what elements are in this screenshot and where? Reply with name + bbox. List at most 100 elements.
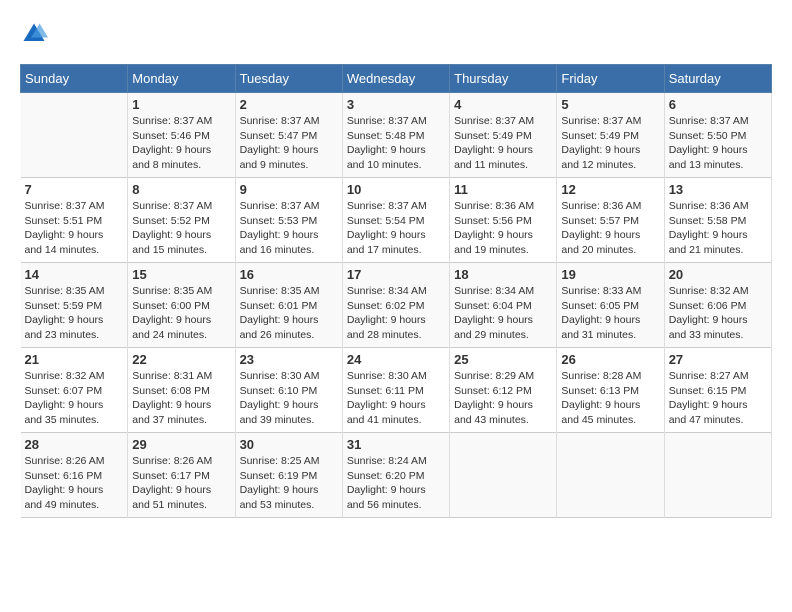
- weekday-header-wednesday: Wednesday: [342, 65, 449, 93]
- day-number: 16: [240, 267, 338, 282]
- day-info: Sunrise: 8:28 AMSunset: 6:13 PMDaylight:…: [561, 369, 659, 428]
- day-info: Sunrise: 8:30 AMSunset: 6:10 PMDaylight:…: [240, 369, 338, 428]
- day-info: Sunrise: 8:30 AMSunset: 6:11 PMDaylight:…: [347, 369, 445, 428]
- day-info: Sunrise: 8:37 AMSunset: 5:51 PMDaylight:…: [25, 199, 124, 258]
- calendar-cell: 17 Sunrise: 8:34 AMSunset: 6:02 PMDayligh…: [342, 263, 449, 348]
- day-info: Sunrise: 8:34 AMSunset: 6:02 PMDaylight:…: [347, 284, 445, 343]
- calendar-cell: 9Sunrise: 8:37 AMSunset: 5:53 PMDaylight…: [235, 178, 342, 263]
- day-number: 21: [25, 352, 124, 367]
- day-info: Sunrise: 8:37 AMSunset: 5:50 PMDaylight:…: [669, 114, 767, 173]
- week-row-2: 7 Sunrise: 8:37 AMSunset: 5:51 PMDaylight…: [21, 178, 772, 263]
- day-info: Sunrise: 8:24 AMSunset: 6:20 PMDaylight:…: [347, 454, 445, 513]
- day-info: Sunrise: 8:32 AMSunset: 6:06 PMDaylight:…: [669, 284, 767, 343]
- calendar-cell: 29 Sunrise: 8:26 AMSunset: 6:17 PMDayligh…: [128, 433, 235, 518]
- weekday-header-friday: Friday: [557, 65, 664, 93]
- day-number: 28: [25, 437, 124, 452]
- day-number: 27: [669, 352, 767, 367]
- day-number: 31: [347, 437, 445, 452]
- week-row-5: 28Sunrise: 8:26 AMSunset: 6:16 PMDayligh…: [21, 433, 772, 518]
- weekday-header-saturday: Saturday: [664, 65, 771, 93]
- day-number: 22: [132, 352, 230, 367]
- day-number: 5: [561, 97, 659, 112]
- calendar-cell: 6 Sunrise: 8:37 AMSunset: 5:50 PMDaylight…: [664, 93, 771, 178]
- day-number: 6: [669, 97, 767, 112]
- day-number: 3: [347, 97, 445, 112]
- day-info: Sunrise: 8:37 AMSunset: 5:52 PMDaylight:…: [132, 199, 230, 258]
- day-info: Sunrise: 8:36 AMSunset: 5:57 PMDaylight:…: [561, 199, 659, 258]
- calendar-cell: 4 Sunrise: 8:37 AMSunset: 5:49 PMDaylight…: [450, 93, 557, 178]
- day-number: 15: [132, 267, 230, 282]
- day-number: 1: [132, 97, 230, 112]
- weekday-header-thursday: Thursday: [450, 65, 557, 93]
- day-info: Sunrise: 8:37 AMSunset: 5:48 PMDaylight:…: [347, 114, 445, 173]
- calendar-cell: 8 Sunrise: 8:37 AMSunset: 5:52 PMDaylight…: [128, 178, 235, 263]
- calendar-cell: 19 Sunrise: 8:33 AMSunset: 6:05 PMDayligh…: [557, 263, 664, 348]
- calendar-cell: 26Sunrise: 8:28 AMSunset: 6:13 PMDayligh…: [557, 348, 664, 433]
- calendar-cell: [21, 93, 128, 178]
- day-number: 2: [240, 97, 338, 112]
- day-number: 20: [669, 267, 767, 282]
- weekday-header-monday: Monday: [128, 65, 235, 93]
- day-info: Sunrise: 8:27 AMSunset: 6:15 PMDaylight:…: [669, 369, 767, 428]
- day-info: Sunrise: 8:34 AMSunset: 6:04 PMDaylight:…: [454, 284, 552, 343]
- day-info: Sunrise: 8:33 AMSunset: 6:05 PMDaylight:…: [561, 284, 659, 343]
- calendar-cell: 5 Sunrise: 8:37 AMSunset: 5:49 PMDaylight…: [557, 93, 664, 178]
- day-info: Sunrise: 8:35 AMSunset: 5:59 PMDaylight:…: [25, 284, 124, 343]
- calendar-cell: 31 Sunrise: 8:24 AMSunset: 6:20 PMDayligh…: [342, 433, 449, 518]
- calendar-table: SundayMondayTuesdayWednesdayThursdayFrid…: [20, 64, 772, 518]
- day-number: 10: [347, 182, 445, 197]
- day-info: Sunrise: 8:36 AMSunset: 5:56 PMDaylight:…: [454, 199, 552, 258]
- day-info: Sunrise: 8:25 AMSunset: 6:19 PMDaylight:…: [240, 454, 338, 513]
- calendar-cell: 27 Sunrise: 8:27 AMSunset: 6:15 PMDayligh…: [664, 348, 771, 433]
- day-number: 14: [25, 267, 124, 282]
- day-number: 11: [454, 182, 552, 197]
- day-number: 12: [561, 182, 659, 197]
- week-row-1: 1 Sunrise: 8:37 AMSunset: 5:46 PMDaylight…: [21, 93, 772, 178]
- day-info: Sunrise: 8:37 AMSunset: 5:47 PMDaylight:…: [240, 114, 338, 173]
- day-number: 8: [132, 182, 230, 197]
- day-info: Sunrise: 8:37 AMSunset: 5:53 PMDaylight:…: [240, 199, 338, 258]
- day-number: 30: [240, 437, 338, 452]
- day-info: Sunrise: 8:29 AMSunset: 6:12 PMDaylight:…: [454, 369, 552, 428]
- calendar-cell: 1 Sunrise: 8:37 AMSunset: 5:46 PMDaylight…: [128, 93, 235, 178]
- day-number: 4: [454, 97, 552, 112]
- logo-icon: [20, 20, 48, 48]
- calendar-cell: 25 Sunrise: 8:29 AMSunset: 6:12 PMDayligh…: [450, 348, 557, 433]
- calendar-cell: 12 Sunrise: 8:36 AMSunset: 5:57 PMDayligh…: [557, 178, 664, 263]
- day-info: Sunrise: 8:37 AMSunset: 5:54 PMDaylight:…: [347, 199, 445, 258]
- calendar-cell: 13Sunrise: 8:36 AMSunset: 5:58 PMDayligh…: [664, 178, 771, 263]
- day-number: 7: [25, 182, 124, 197]
- day-number: 13: [669, 182, 767, 197]
- day-info: Sunrise: 8:35 AMSunset: 6:00 PMDaylight:…: [132, 284, 230, 343]
- day-info: Sunrise: 8:37 AMSunset: 5:49 PMDaylight:…: [561, 114, 659, 173]
- calendar-cell: 24 Sunrise: 8:30 AMSunset: 6:11 PMDayligh…: [342, 348, 449, 433]
- calendar-cell: 21 Sunrise: 8:32 AMSunset: 6:07 PMDayligh…: [21, 348, 128, 433]
- calendar-cell: 15 Sunrise: 8:35 AMSunset: 6:00 PMDayligh…: [128, 263, 235, 348]
- weekday-header-tuesday: Tuesday: [235, 65, 342, 93]
- calendar-cell: 16 Sunrise: 8:35 AMSunset: 6:01 PMDayligh…: [235, 263, 342, 348]
- calendar-cell: 30 Sunrise: 8:25 AMSunset: 6:19 PMDayligh…: [235, 433, 342, 518]
- day-number: 23: [240, 352, 338, 367]
- day-info: Sunrise: 8:37 AMSunset: 5:49 PMDaylight:…: [454, 114, 552, 173]
- calendar-cell: 7 Sunrise: 8:37 AMSunset: 5:51 PMDaylight…: [21, 178, 128, 263]
- calendar-cell: 14 Sunrise: 8:35 AMSunset: 5:59 PMDayligh…: [21, 263, 128, 348]
- day-number: 24: [347, 352, 445, 367]
- week-row-4: 21 Sunrise: 8:32 AMSunset: 6:07 PMDayligh…: [21, 348, 772, 433]
- day-number: 25: [454, 352, 552, 367]
- day-info: Sunrise: 8:26 AMSunset: 6:17 PMDaylight:…: [132, 454, 230, 513]
- day-number: 19: [561, 267, 659, 282]
- calendar-cell: [450, 433, 557, 518]
- calendar-cell: 22Sunrise: 8:31 AMSunset: 6:08 PMDayligh…: [128, 348, 235, 433]
- calendar-cell: 3 Sunrise: 8:37 AMSunset: 5:48 PMDaylight…: [342, 93, 449, 178]
- day-info: Sunrise: 8:35 AMSunset: 6:01 PMDaylight:…: [240, 284, 338, 343]
- week-row-3: 14 Sunrise: 8:35 AMSunset: 5:59 PMDayligh…: [21, 263, 772, 348]
- calendar-cell: 2 Sunrise: 8:37 AMSunset: 5:47 PMDaylight…: [235, 93, 342, 178]
- day-number: 29: [132, 437, 230, 452]
- calendar-cell: 11 Sunrise: 8:36 AMSunset: 5:56 PMDayligh…: [450, 178, 557, 263]
- weekday-header-sunday: Sunday: [21, 65, 128, 93]
- calendar-cell: 18Sunrise: 8:34 AMSunset: 6:04 PMDayligh…: [450, 263, 557, 348]
- day-info: Sunrise: 8:37 AMSunset: 5:46 PMDaylight:…: [132, 114, 230, 173]
- day-info: Sunrise: 8:32 AMSunset: 6:07 PMDaylight:…: [25, 369, 124, 428]
- calendar-cell: 28Sunrise: 8:26 AMSunset: 6:16 PMDayligh…: [21, 433, 128, 518]
- day-number: 17: [347, 267, 445, 282]
